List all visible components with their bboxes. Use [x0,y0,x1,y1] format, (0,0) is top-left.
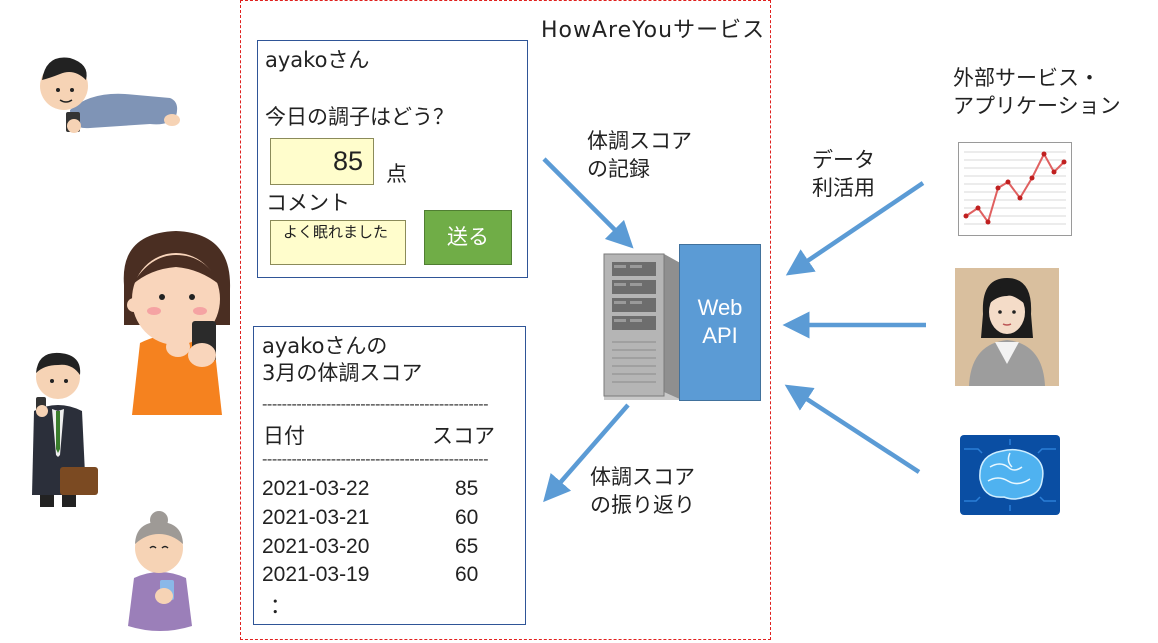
ai-brain-icon [960,435,1060,515]
data-use-arrow-bottom [784,384,921,474]
virtual-receptionist-icon [955,268,1059,386]
line-chart-icon [958,142,1072,236]
data-use-label: データ 利活用 [812,148,875,200]
external-services-title: 外部サービス・ アプリケーション [953,66,1121,118]
review-flow-label: 体調スコア の振り返り [590,465,695,517]
record-flow-label: 体調スコア の記録 [587,129,692,181]
